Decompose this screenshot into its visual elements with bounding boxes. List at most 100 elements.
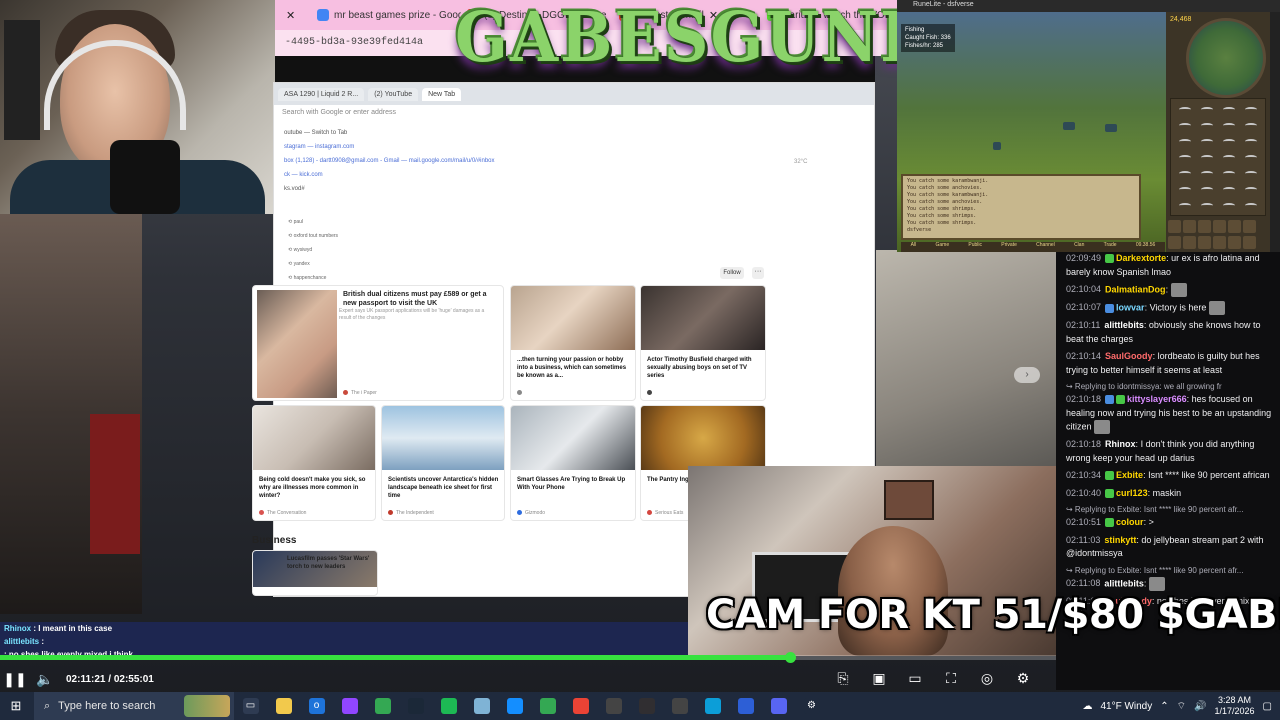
- pause-icon[interactable]: ❚❚: [0, 667, 30, 691]
- url-suggestion[interactable]: outube — Switch to Tab: [274, 127, 718, 141]
- network-icon[interactable]: ⌔: [1177, 700, 1186, 713]
- chat-username[interactable]: stinkytt: [1104, 535, 1136, 545]
- game-tab-icon[interactable]: [1168, 236, 1181, 249]
- inventory-slot[interactable]: [1201, 139, 1213, 144]
- windows-start-icon[interactable]: ⊞: [0, 692, 32, 720]
- clip-icon[interactable]: ⎘: [828, 666, 858, 690]
- taskbar-search[interactable]: ⌕ Type here to search: [34, 692, 234, 720]
- obs-icon[interactable]: [630, 692, 663, 720]
- inventory-slot[interactable]: [1201, 187, 1213, 192]
- inventory-slot[interactable]: [1201, 203, 1213, 208]
- chrome-icon[interactable]: [366, 692, 399, 720]
- inventory-slot[interactable]: [1245, 123, 1257, 128]
- chrome-3-icon[interactable]: [564, 692, 597, 720]
- game-tab-icon[interactable]: [1228, 236, 1241, 249]
- battlenet-icon[interactable]: [498, 692, 531, 720]
- inventory-slot[interactable]: [1179, 155, 1191, 160]
- history-item[interactable]: ⟲ paul: [274, 215, 434, 229]
- follow-button[interactable]: Follow: [720, 267, 744, 279]
- next-slide-arrow[interactable]: ›: [1014, 367, 1040, 383]
- history-item[interactable]: ⟲ oxford tout numbers: [274, 229, 434, 243]
- miniplayer-icon[interactable]: ▭: [900, 666, 930, 690]
- game-chat-tab[interactable]: Trade: [1104, 242, 1117, 252]
- remote-desktop-icon[interactable]: [729, 692, 762, 720]
- inner-tab[interactable]: ASA 1290 | Liquid 2 R...: [278, 87, 365, 101]
- inventory-slot[interactable]: [1179, 107, 1191, 112]
- game-npc[interactable]: [1105, 124, 1117, 132]
- inventory-slot[interactable]: [1223, 155, 1235, 160]
- game-chat-tab[interactable]: All: [911, 242, 917, 252]
- edge-icon[interactable]: [696, 692, 729, 720]
- browser-tab[interactable]: ✕: [275, 0, 311, 30]
- history-item[interactable]: ⟲ wysiwyd: [274, 243, 434, 257]
- settings-icon[interactable]: ⚙: [795, 692, 828, 720]
- seek-bar[interactable]: [0, 652, 1056, 663]
- notifications-icon[interactable]: ▢: [1263, 701, 1272, 712]
- game-chat-tab[interactable]: Private: [1001, 242, 1017, 252]
- inventory-slot[interactable]: [1179, 123, 1191, 128]
- game-tab-icon[interactable]: [1228, 220, 1241, 233]
- minimap[interactable]: [1186, 18, 1266, 98]
- game-tab-icon[interactable]: [1243, 220, 1256, 233]
- game-tab-icon[interactable]: [1183, 236, 1196, 249]
- task-view-icon[interactable]: ▭: [234, 692, 267, 720]
- more-options-button[interactable]: ···: [752, 267, 764, 279]
- inventory-slot[interactable]: [1201, 107, 1213, 112]
- playback-speed-icon[interactable]: ◎: [972, 666, 1002, 690]
- browser-tab[interactable]: mr beast games prize - Goog✕: [311, 0, 461, 30]
- chat-username[interactable]: DalmatianDog: [1105, 284, 1166, 294]
- inventory-slot[interactable]: [1245, 155, 1257, 160]
- inventory-slot[interactable]: [1223, 187, 1235, 192]
- inventory-slot[interactable]: [1245, 107, 1257, 112]
- seek-handle[interactable]: [784, 652, 796, 663]
- runelite-icon[interactable]: [597, 692, 630, 720]
- steam-icon[interactable]: [399, 692, 432, 720]
- game-chat-tab[interactable]: Game: [935, 242, 949, 252]
- game-tab-icon[interactable]: [1183, 220, 1196, 233]
- twitch-icon[interactable]: [333, 692, 366, 720]
- inventory-slot[interactable]: [1179, 203, 1191, 208]
- inventory-slot[interactable]: [1201, 155, 1213, 160]
- theater-mode-icon[interactable]: ▣: [864, 666, 894, 690]
- chrome-2-icon[interactable]: [531, 692, 564, 720]
- game-tab-icon[interactable]: [1213, 236, 1226, 249]
- tray-weather[interactable]: 41°F Windy: [1100, 701, 1152, 712]
- url-suggestion[interactable]: stagram — instagram.com: [274, 141, 718, 155]
- history-item[interactable]: ⟲ yandex: [274, 257, 434, 271]
- volume-icon[interactable]: 🔈: [30, 667, 60, 691]
- inventory-slot[interactable]: [1179, 171, 1191, 176]
- inventory-slot[interactable]: [1179, 139, 1191, 144]
- chat-username[interactable]: alittlebits: [1104, 320, 1144, 330]
- game-tab-icon[interactable]: [1243, 236, 1256, 249]
- outlook-icon[interactable]: o: [300, 692, 333, 720]
- game-chat-tab[interactable]: Clan: [1074, 242, 1084, 252]
- chat-username[interactable]: curl123: [1116, 488, 1148, 498]
- tray-expand-icon[interactable]: ⌃: [1160, 701, 1168, 712]
- file-explorer-icon[interactable]: [267, 692, 300, 720]
- game-chat-tab[interactable]: Public: [968, 242, 982, 252]
- inventory-slot[interactable]: [1223, 139, 1235, 144]
- chat-username[interactable]: kittyslayer666: [1127, 394, 1187, 404]
- chat-username[interactable]: Exbite: [1116, 470, 1143, 480]
- notepad-icon[interactable]: [465, 692, 498, 720]
- inner-url-bar[interactable]: Search with Google or enter address: [274, 105, 874, 121]
- discord-icon[interactable]: [762, 692, 795, 720]
- news-card[interactable]: Being cold doesn't make you sick, so why…: [252, 405, 376, 521]
- chat-username[interactable]: alittlebits: [1104, 578, 1144, 588]
- inventory-slot[interactable]: [1223, 171, 1235, 176]
- url-suggestion[interactable]: box (1,128) - dartt0908@gmail.com - Gmai…: [274, 155, 718, 169]
- inventory-slot[interactable]: [1223, 107, 1235, 112]
- history-item[interactable]: ⟲ happenchance: [274, 271, 434, 285]
- fullscreen-icon[interactable]: ⛶: [936, 666, 966, 690]
- news-card[interactable]: Scientists uncover Antarctica's hidden l…: [381, 405, 505, 521]
- game-tab-icon[interactable]: [1168, 220, 1181, 233]
- inventory-slot[interactable]: [1245, 187, 1257, 192]
- news-card[interactable]: ...then turning your passion or hobby in…: [510, 285, 636, 401]
- weather-icon[interactable]: ☁: [1082, 701, 1092, 712]
- game-chat-tab[interactable]: 09.38.56: [1136, 242, 1155, 252]
- tab-close-icon[interactable]: ✕: [286, 9, 295, 22]
- inventory-slot[interactable]: [1201, 171, 1213, 176]
- media-app-icon[interactable]: [663, 692, 696, 720]
- inventory-panel[interactable]: [1170, 98, 1266, 216]
- chat-username[interactable]: colour: [1116, 517, 1144, 527]
